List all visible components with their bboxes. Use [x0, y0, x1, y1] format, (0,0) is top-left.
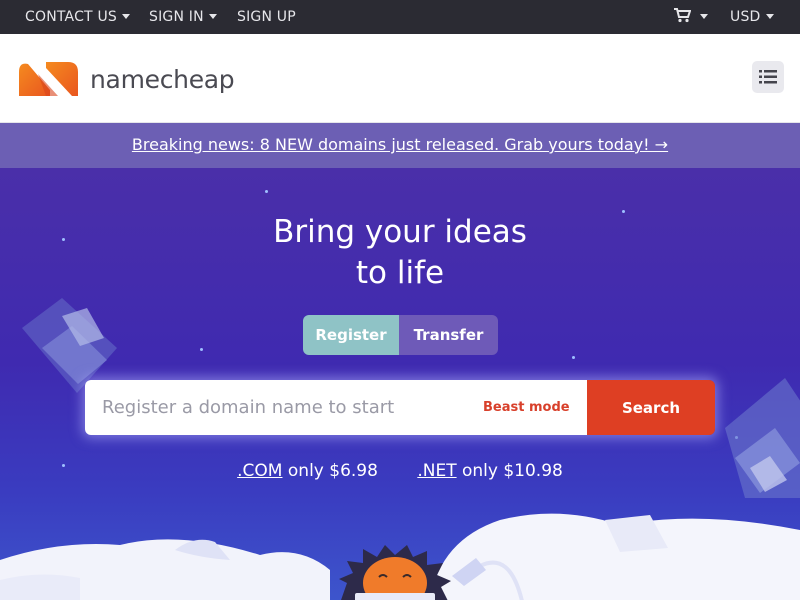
- namecheap-logo-icon: [19, 62, 78, 96]
- desk-lamp-illustration: [452, 558, 524, 600]
- domain-action-tabs: Register Transfer: [303, 315, 498, 355]
- namecheap-logo[interactable]: namecheap: [16, 59, 235, 99]
- chevron-down-icon: [121, 14, 130, 19]
- net-price: .NET only $10.98: [417, 461, 563, 481]
- hero-section: Bring your ideas to life Register Transf…: [0, 168, 800, 600]
- cart-menu[interactable]: [673, 0, 708, 34]
- top-utility-bar: CONTACT US SIGN IN SIGN UP USD: [0, 0, 800, 34]
- list-menu-icon: [759, 70, 777, 84]
- com-tld-link[interactable]: .COM: [237, 461, 282, 481]
- breaking-news-bar: Breaking news: 8 NEW domains just releas…: [0, 123, 800, 168]
- tld-pricing: .COM only $6.98 .NET only $10.98: [0, 461, 800, 481]
- contact-us-label: CONTACT US: [25, 9, 117, 25]
- contact-us-menu[interactable]: CONTACT US: [25, 0, 130, 34]
- star-decoration: [265, 190, 268, 193]
- chevron-down-icon: [208, 14, 217, 19]
- currency-menu[interactable]: USD: [730, 0, 774, 34]
- star-decoration: [572, 356, 575, 359]
- com-price-text: only $6.98: [287, 461, 378, 481]
- beast-mode-link[interactable]: Beast mode: [483, 380, 570, 435]
- hamburger-menu-button[interactable]: [752, 61, 784, 93]
- sign-in-menu[interactable]: SIGN IN: [149, 0, 217, 34]
- hero-title-line-1: Bring your ideas: [273, 214, 527, 250]
- star-decoration: [200, 348, 203, 351]
- sign-up-label: SIGN UP: [237, 9, 296, 25]
- site-header: namecheap: [0, 34, 800, 123]
- chevron-down-icon: [765, 14, 774, 19]
- hero-title-line-2: to life: [355, 255, 445, 291]
- breaking-news-link[interactable]: Breaking news: 8 NEW domains just releas…: [132, 135, 668, 154]
- domain-search-box: Beast mode Search: [85, 380, 715, 435]
- tab-transfer[interactable]: Transfer: [399, 315, 498, 355]
- net-price-text: only $10.98: [461, 461, 563, 481]
- hedgehog-mascot: [339, 545, 451, 600]
- hero-title: Bring your ideas to life: [0, 212, 800, 294]
- com-price: .COM only $6.98: [237, 461, 378, 481]
- sign-up-link[interactable]: SIGN UP: [237, 0, 296, 34]
- search-button[interactable]: Search: [587, 380, 715, 435]
- chevron-down-icon: [700, 14, 708, 19]
- tab-register[interactable]: Register: [303, 315, 399, 355]
- sign-in-label: SIGN IN: [149, 9, 204, 25]
- floating-documents-right: [725, 378, 800, 498]
- cart-icon: [674, 8, 692, 23]
- net-tld-link[interactable]: .NET: [417, 461, 456, 481]
- currency-label: USD: [730, 9, 761, 25]
- logo-wordmark: namecheap: [90, 64, 235, 94]
